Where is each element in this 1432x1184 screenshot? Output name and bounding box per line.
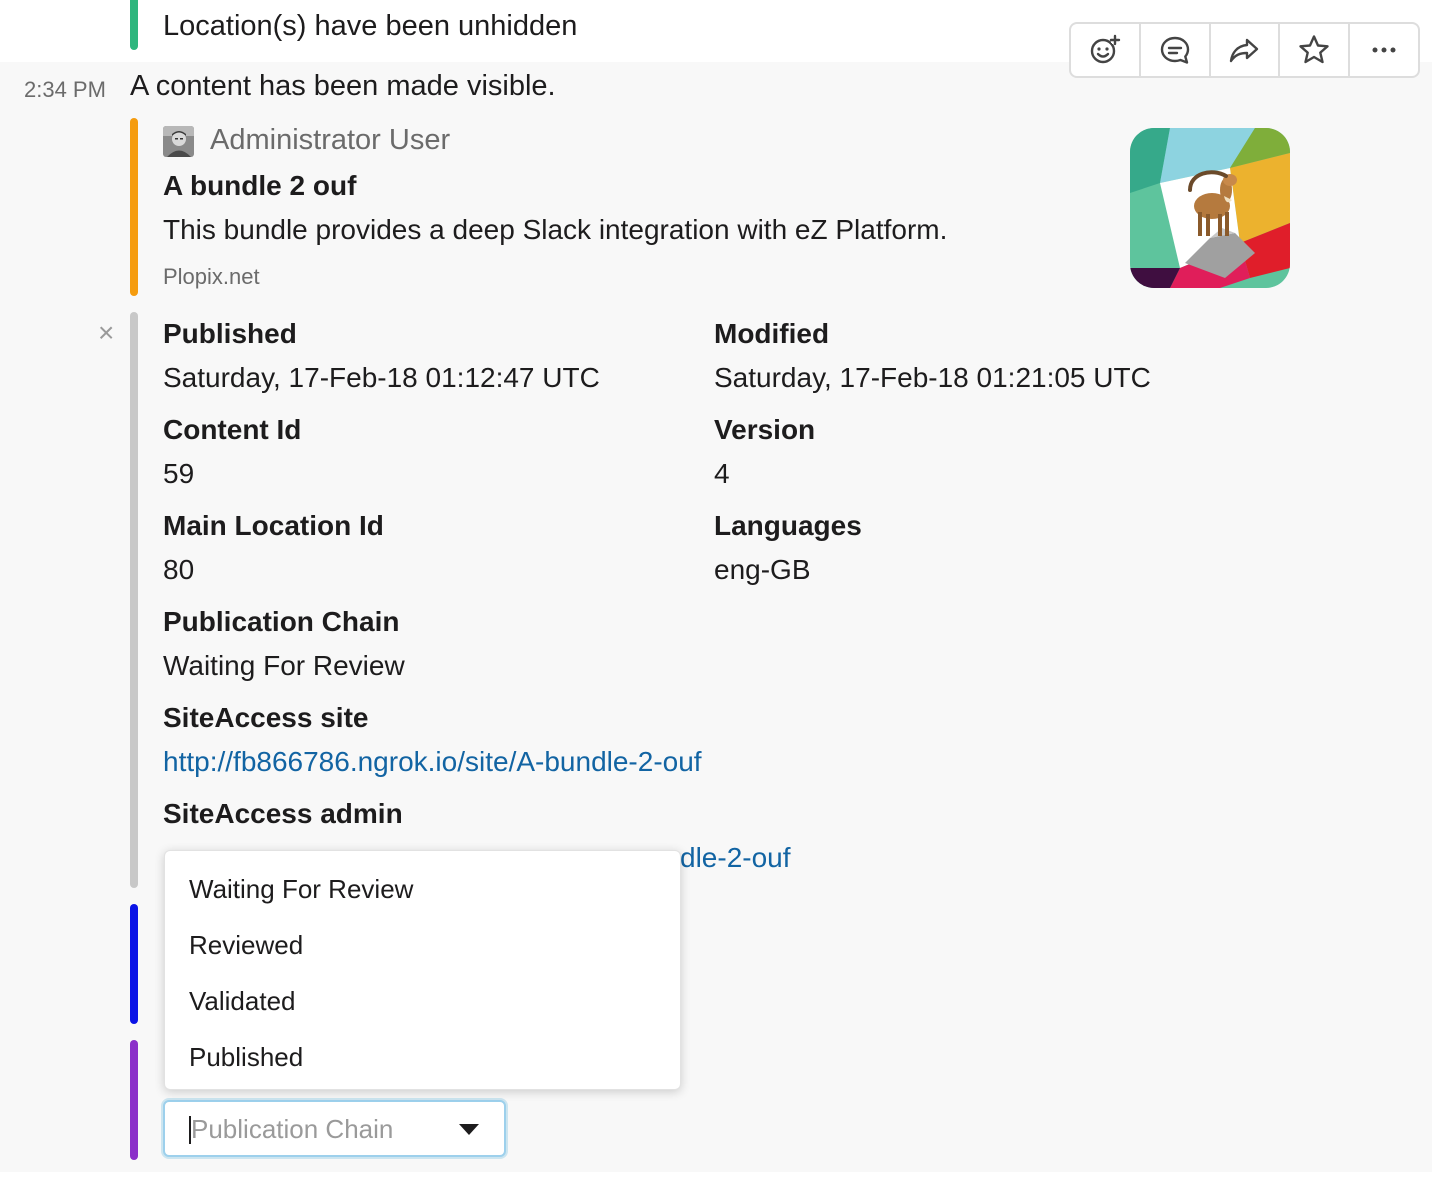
field-modified-label: Modified: [714, 318, 830, 349]
field-siteaccess-site-label: SiteAccess site: [163, 702, 369, 733]
siteaccess-admin-link[interactable]: dle-2-ouf: [680, 842, 791, 874]
dropdown-option-published[interactable]: Published: [165, 1029, 680, 1085]
blue-attachment-accent: [130, 904, 138, 1024]
close-icon[interactable]: ×: [98, 318, 114, 348]
field-content-id-label: Content Id: [163, 414, 302, 445]
author-avatar[interactable]: [163, 126, 194, 157]
field-main-location-value: 80: [163, 554, 195, 585]
more-actions-icon: [1372, 47, 1396, 53]
previous-message-text: Location(s) have been unhidden: [163, 10, 578, 42]
start-thread-icon: [1160, 36, 1189, 64]
dropdown-option-reviewed[interactable]: Reviewed: [165, 917, 680, 973]
grey-attachment-accent: [130, 312, 138, 888]
field-publication-chain-value: Waiting For Review: [163, 650, 405, 681]
publication-chain-select[interactable]: Publication Chain: [163, 1100, 506, 1157]
field-published-label: Published: [163, 318, 297, 349]
message-text: A content has been made visible.: [130, 70, 556, 102]
field-publication-chain-label: Publication Chain: [163, 606, 400, 637]
field-main-location-label: Main Location Id: [163, 510, 384, 541]
message-actions-toolbar: [1069, 22, 1420, 78]
attachment-thumbnail[interactable]: [1130, 128, 1290, 288]
message-timestamp[interactable]: 2:34 PM: [24, 77, 106, 103]
field-content-id-value: 59: [163, 458, 195, 489]
attachment-footer: Plopix.net: [163, 264, 260, 289]
green-attachment-accent: [130, 0, 138, 50]
field-siteaccess-admin-label: SiteAccess admin: [163, 798, 403, 829]
dropdown-option-waiting-for-review[interactable]: Waiting For Review: [165, 861, 680, 917]
share-message-icon: [1230, 38, 1259, 63]
siteaccess-site-link[interactable]: http://fb866786.ngrok.io/site/A-bundle-2…: [163, 746, 702, 778]
field-modified-value: Saturday, 17-Feb-18 01:21:05 UTC: [714, 362, 1151, 393]
select-placeholder: Publication Chain: [191, 1114, 394, 1144]
add-reaction-button[interactable]: [1071, 24, 1141, 76]
field-version-value: 4: [714, 458, 730, 489]
field-published-value: Saturday, 17-Feb-18 01:12:47 UTC: [163, 362, 600, 393]
field-languages-value: eng-GB: [714, 554, 811, 585]
star-icon: [1299, 35, 1329, 64]
start-thread-button[interactable]: [1141, 24, 1211, 76]
orange-attachment-accent: [130, 118, 138, 296]
dropdown-option-validated[interactable]: Validated: [165, 973, 680, 1029]
publication-chain-dropdown-menu: Waiting For Review Reviewed Validated Pu…: [164, 850, 681, 1090]
attachment-title[interactable]: A bundle 2 ouf: [163, 170, 356, 202]
field-version-label: Version: [714, 414, 816, 445]
star-message-button[interactable]: [1280, 24, 1351, 76]
share-message-button[interactable]: [1211, 24, 1281, 76]
chevron-down-icon: [459, 1124, 479, 1135]
attachment-text: This bundle provides a deep Slack integr…: [163, 214, 948, 245]
more-actions-button[interactable]: [1350, 24, 1418, 76]
purple-attachment-accent: [130, 1040, 138, 1160]
field-languages-label: Languages: [714, 510, 862, 541]
author-name[interactable]: Administrator User: [210, 124, 450, 157]
add-reaction-icon: [1090, 34, 1121, 64]
